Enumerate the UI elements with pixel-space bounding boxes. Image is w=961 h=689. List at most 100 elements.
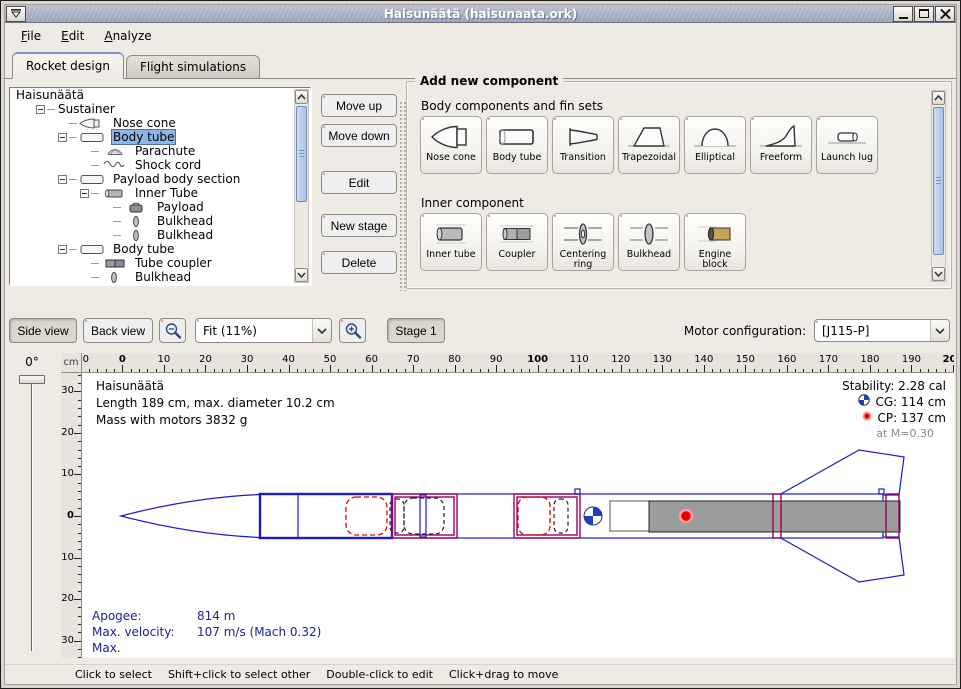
tree-item-inner-tube[interactable]: Inner Tube <box>10 186 310 200</box>
ruler-label: -10 <box>82 354 89 365</box>
component-button-label: Trapezoidal <box>622 153 676 163</box>
menu-item-file[interactable]: File <box>11 25 51 47</box>
component-button-label: Nose cone <box>426 153 476 163</box>
move-up-button[interactable]: Move up <box>321 94 397 117</box>
zoom-out-button[interactable] <box>159 318 186 343</box>
tab-flight-simulations[interactable]: Flight simulations <box>126 55 260 78</box>
title-bar[interactable]: Haisunäätä (haisunaata.ork) <box>5 5 956 23</box>
add-trapezoidal-button[interactable]: Trapezoidal <box>618 116 680 174</box>
tree-scrollbar[interactable] <box>294 89 309 283</box>
tree-item-label: Parachute <box>133 144 197 158</box>
inner-component-buttons: Inner tube CouplerCentering ringBulkheadE… <box>420 213 746 271</box>
tree-item-haisunäätä[interactable]: Haisunäätä <box>10 88 310 102</box>
delete-button[interactable]: Delete <box>321 251 397 274</box>
tree-item-label: Haisunäätä <box>14 88 86 102</box>
cg-marker <box>584 507 602 525</box>
body-components-label: Body components and fin sets <box>421 99 603 113</box>
component-scrollbar-thumb[interactable] <box>933 107 944 255</box>
side-view-button[interactable]: Side view <box>9 318 77 343</box>
stability-value: Stability: 2.28 cal <box>842 378 946 394</box>
tree-item-nose-cone[interactable]: Nose cone <box>10 116 310 130</box>
motor-configuration-select[interactable]: [J115-P] <box>814 319 950 342</box>
c-launchlug-icon <box>824 121 870 152</box>
add-transition-button[interactable]: Transition <box>552 116 614 174</box>
maximize-button[interactable] <box>914 6 934 22</box>
rocket-canvas[interactable]: Haisunäätä Length 189 cm, max. diameter … <box>82 373 954 658</box>
add-launch-lug-button[interactable]: Launch lug <box>816 116 878 174</box>
tree-item-parachute[interactable]: Parachute <box>10 144 310 158</box>
tree-expander-icon[interactable] <box>58 245 67 254</box>
selected-body-tube <box>260 494 392 538</box>
add-bulkhead-button[interactable]: Bulkhead <box>618 213 680 271</box>
tree-item-bulkhead[interactable]: Bulkhead <box>10 270 310 284</box>
scroll-up-arrow-icon[interactable] <box>932 91 945 105</box>
scroll-down-arrow-icon[interactable] <box>932 267 945 281</box>
tree-item-shock-cord[interactable]: Shock cord <box>10 158 310 172</box>
add-freeform-button[interactable]: Freeform <box>750 116 812 174</box>
ruler-label: 0 <box>119 354 126 365</box>
tree-scrollbar-thumb[interactable] <box>296 106 307 202</box>
window-menu-button[interactable] <box>6 6 26 22</box>
tree-item-bulkhead[interactable]: Bulkhead <box>10 214 310 228</box>
c-trapezoidal-icon <box>626 121 672 152</box>
tree-item-payload-body-section[interactable]: Payload body section <box>10 172 310 186</box>
menu-item-edit[interactable]: Edit <box>51 25 94 47</box>
add-inner-tube-button[interactable]: Inner tube <box>420 213 482 271</box>
splitter-handle[interactable] <box>399 101 406 291</box>
move-down-button[interactable]: Move down <box>321 124 397 147</box>
tree-expander-icon[interactable] <box>58 175 67 184</box>
zoom-in-button[interactable] <box>339 318 366 343</box>
component-button-label: Inner tube <box>426 250 475 260</box>
fin-lower <box>779 537 904 582</box>
tree-item-payload[interactable]: Payload <box>10 200 310 214</box>
tree-item-tube-coupler[interactable]: Tube coupler <box>10 256 310 270</box>
tree-expander-icon[interactable] <box>58 133 67 142</box>
rotation-slider-handle[interactable] <box>19 375 45 384</box>
tab-rocket-design[interactable]: Rocket design <box>12 52 124 79</box>
h-ruler: -100102030405060708090100110120130140150… <box>82 353 954 373</box>
tree-item-sustainer[interactable]: Sustainer <box>10 102 310 116</box>
ruler-label: -30 <box>61 385 74 396</box>
tree-expander-icon[interactable] <box>36 105 45 114</box>
component-button-label: Elliptical <box>695 153 735 163</box>
tree-expander-icon[interactable] <box>80 189 89 198</box>
component-scrollbar[interactable] <box>931 90 946 282</box>
flight-stat-row: Max. velocity:107 m/s (Mach 0.32) <box>92 624 321 640</box>
component-button-label: Freeform <box>760 153 802 163</box>
scroll-down-arrow-icon[interactable] <box>295 268 308 282</box>
ruler-label: 20 <box>61 593 74 604</box>
new-stage-button[interactable]: New stage <box>321 214 397 237</box>
minimize-button[interactable] <box>893 6 913 22</box>
scroll-up-arrow-icon[interactable] <box>295 90 308 104</box>
back-view-button[interactable]: Back view <box>83 318 153 343</box>
add-coupler-button[interactable]: Coupler <box>486 213 548 271</box>
add-nose-cone-button[interactable]: Nose cone <box>420 116 482 174</box>
add-centering-ring-button[interactable]: Centering ring <box>552 213 614 271</box>
add-elliptical-button[interactable]: Elliptical <box>684 116 746 174</box>
ruler-label: 200 <box>943 354 954 365</box>
add-body-tube-button[interactable]: Body tube <box>486 116 548 174</box>
bulkhead-icon <box>122 215 155 228</box>
edit-button[interactable]: Edit <box>321 171 397 194</box>
tree-item-bulkhead[interactable]: Bulkhead <box>10 228 310 242</box>
ruler-label: 10 <box>158 354 171 365</box>
component-tree[interactable]: HaisunäätäSustainerNose coneBody tubePar… <box>9 87 311 285</box>
menu-item-analyze[interactable]: Analyze <box>94 25 161 47</box>
tree-item-body-tube[interactable]: Body tube <box>10 130 310 144</box>
close-button[interactable] <box>935 6 955 22</box>
zoom-level-select[interactable]: Fit (11%) <box>195 318 332 343</box>
tree-item-label: Body tube <box>111 129 176 145</box>
tree-item-label: Payload body section <box>111 172 242 186</box>
flight-stat-value: 49.8 m/s² <box>197 657 254 658</box>
tree-item-label: Shock cord <box>133 158 203 172</box>
ruler-label: 150 <box>736 354 755 365</box>
ruler-label: 80 <box>448 354 461 365</box>
stage-1-toggle[interactable]: Stage 1 <box>387 318 445 343</box>
ruler-label: 140 <box>694 354 713 365</box>
status-bar: Click to selectShift+click to select oth… <box>5 664 956 684</box>
ruler-label: 100 <box>527 354 548 365</box>
c-innertube-icon <box>428 218 474 249</box>
rocket-dimensions: Length 189 cm, max. diameter 10.2 cm <box>96 395 335 412</box>
tree-item-body-tube[interactable]: Body tube <box>10 242 310 256</box>
add-engine-block-button[interactable]: Engine block <box>684 213 746 271</box>
